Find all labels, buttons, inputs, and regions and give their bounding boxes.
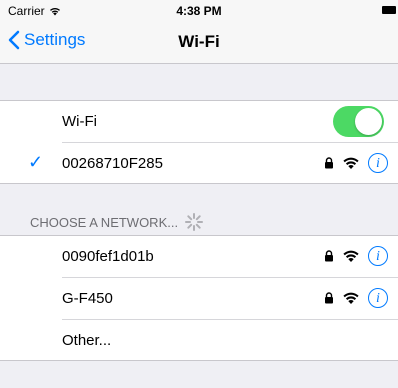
choose-network-label: CHOOSE A NETWORK... — [30, 214, 179, 230]
network-name: 0090fef1d01b — [62, 247, 154, 265]
info-icon[interactable]: i — [368, 288, 388, 308]
current-network-row[interactable]: ✓ 00268710F285 i — [0, 142, 398, 184]
checkmark-icon: ✓ — [28, 152, 44, 172]
navigation-bar: Settings Wi-Fi — [0, 20, 398, 64]
clock: 4:38 PM — [176, 4, 222, 18]
network-status-icons: i — [324, 246, 388, 266]
other-network-row[interactable]: Other... — [0, 319, 398, 361]
network-status-icons: i — [324, 288, 388, 308]
wifi-toggle-label: Wi-Fi — [62, 112, 97, 130]
section-header: CHOOSE A NETWORK... — [30, 212, 204, 232]
wifi-icon — [343, 250, 359, 262]
loading-spinner-icon — [185, 213, 204, 231]
network-row[interactable]: G-F450 i — [0, 277, 398, 319]
wifi-icon — [343, 157, 359, 169]
network-row[interactable]: 0090fef1d01b i — [0, 235, 398, 277]
wifi-toggle-row: Wi-Fi — [0, 100, 398, 142]
wifi-settings-group: Wi-Fi ✓ 00268710F285 i — [0, 100, 398, 184]
battery-icon — [382, 6, 396, 14]
other-network-label: Other... — [62, 331, 112, 349]
toggle-knob — [355, 107, 382, 135]
network-status-icons: i — [324, 153, 388, 173]
status-bar: Carrier 4:38 PM — [0, 0, 398, 20]
info-icon[interactable]: i — [368, 153, 388, 173]
lock-icon — [325, 157, 333, 169]
networks-group: 0090fef1d01b i G-F450 i Other... — [0, 235, 398, 361]
network-name: G-F450 — [62, 289, 113, 307]
wifi-icon — [343, 292, 359, 304]
lock-icon — [325, 292, 333, 304]
current-network-name: 00268710F285 — [62, 154, 163, 172]
page-title: Wi-Fi — [178, 32, 220, 51]
lock-icon — [325, 250, 333, 262]
info-icon[interactable]: i — [368, 246, 388, 266]
wifi-toggle-switch[interactable] — [333, 105, 384, 137]
